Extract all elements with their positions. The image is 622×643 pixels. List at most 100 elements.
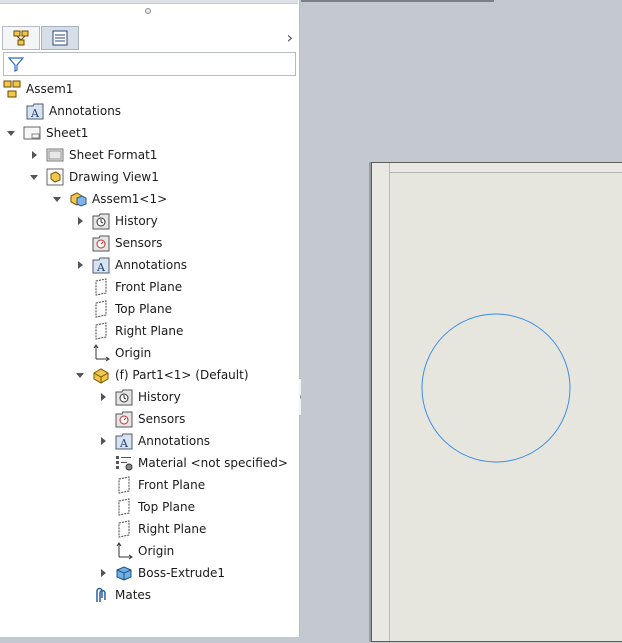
history-icon xyxy=(92,212,110,230)
tree-item-label: History xyxy=(115,214,158,228)
panel-grip-handle[interactable] xyxy=(145,8,151,14)
tree-item-right-plane[interactable]: Right Plane xyxy=(115,518,206,540)
tree-item-label: Origin xyxy=(138,544,175,558)
annotations-icon: A xyxy=(26,102,44,120)
collapse-icon[interactable] xyxy=(51,193,63,205)
tree-item-label: Sheet1 xyxy=(46,126,89,140)
tree-item-label: Front Plane xyxy=(138,478,206,492)
sensors-icon xyxy=(92,234,110,252)
expand-icon[interactable] xyxy=(97,435,109,447)
tree-item-label: Boss-Extrude1 xyxy=(138,566,225,580)
tree-item-label: Sensors xyxy=(138,412,186,426)
plane-icon xyxy=(115,520,133,538)
drawing-view-icon xyxy=(46,168,64,186)
tree-item-label: Material <not specified> xyxy=(138,456,288,470)
tree-item-sheet-format[interactable]: Sheet Format1 xyxy=(28,144,157,166)
drawing-graphics-area[interactable] xyxy=(301,0,622,642)
expand-icon[interactable] xyxy=(28,149,40,161)
tree-item-top-plane[interactable]: Top Plane xyxy=(92,298,172,320)
plane-icon xyxy=(92,278,110,296)
tree-item-label: History xyxy=(138,390,181,404)
svg-text:A: A xyxy=(96,261,106,274)
tree-item-annotations[interactable]: A Annotations xyxy=(97,430,210,452)
tree-item-drawing-view[interactable]: Drawing View1 xyxy=(28,166,159,188)
tree-item-mates[interactable]: Mates xyxy=(92,584,151,606)
drawing-view-graphics xyxy=(421,313,571,463)
tree-item-history[interactable]: History xyxy=(97,386,181,408)
annotations-icon: A xyxy=(92,256,110,274)
tree-item-material[interactable]: Material <not specified> xyxy=(115,452,288,474)
tree-item-sensors[interactable]: Sensors xyxy=(115,408,185,430)
extrude-icon xyxy=(115,564,133,582)
expand-icon[interactable] xyxy=(74,259,86,271)
tree-item-origin[interactable]: Origin xyxy=(115,540,174,562)
tree-item-annotations[interactable]: A Annotations xyxy=(26,100,121,122)
sensors-icon xyxy=(115,410,133,428)
tree-item-label: Top Plane xyxy=(115,302,172,316)
part-icon xyxy=(92,366,110,384)
annotations-icon: A xyxy=(115,432,133,450)
origin-icon xyxy=(92,344,110,362)
drawing-sheet[interactable] xyxy=(371,162,622,642)
panel-tab-bar: › xyxy=(0,24,299,51)
feature-manager-icon xyxy=(13,30,29,46)
tree-filter-input[interactable] xyxy=(3,52,296,76)
tab-feature-manager[interactable] xyxy=(2,26,40,50)
chevron-right-icon[interactable]: › xyxy=(287,28,293,47)
expand-icon[interactable] xyxy=(97,567,109,579)
sheet-icon xyxy=(23,124,41,142)
history-icon xyxy=(115,388,133,406)
tree-item-label: Right Plane xyxy=(138,522,207,536)
tree-item-boss-extrude[interactable]: Boss-Extrude1 xyxy=(97,562,225,584)
assembly-component-icon xyxy=(69,190,87,208)
tab-property-manager[interactable] xyxy=(41,26,79,50)
tree-item-label: Annotations xyxy=(115,258,188,272)
tree-item-label: (f) Part1<1> (Default) xyxy=(115,368,249,382)
tree-item-label: Mates xyxy=(115,588,152,602)
feature-manager-panel: › Assem1 A Annotations Sheet1 Sheet Form… xyxy=(0,0,300,637)
property-list-icon xyxy=(52,30,68,46)
plane-icon xyxy=(92,300,110,318)
plane-icon xyxy=(115,476,133,494)
tree-item-label: Sensors xyxy=(115,236,163,250)
material-icon xyxy=(115,454,133,472)
tree-item-origin[interactable]: Origin xyxy=(92,342,151,364)
circle-sketch xyxy=(421,313,571,463)
plane-icon xyxy=(92,322,110,340)
tree-item-part1[interactable]: (f) Part1<1> (Default) xyxy=(74,364,249,386)
tree-item-label: Drawing View1 xyxy=(69,170,159,184)
tree-item-top-plane[interactable]: Top Plane xyxy=(115,496,195,518)
tree-item-label: Assem1<1> xyxy=(92,192,168,206)
tree-item-sensors[interactable]: Sensors xyxy=(92,232,162,254)
tree-item-label: Front Plane xyxy=(115,280,183,294)
tree-item-front-plane[interactable]: Front Plane xyxy=(115,474,205,496)
origin-icon xyxy=(115,542,133,560)
collapse-icon[interactable] xyxy=(28,171,40,183)
tree-item-label: Top Plane xyxy=(138,500,195,514)
tree-item-right-plane[interactable]: Right Plane xyxy=(92,320,183,342)
expand-icon[interactable] xyxy=(97,391,109,403)
tree-item-label: Sheet Format1 xyxy=(69,148,158,162)
assembly-icon xyxy=(3,80,21,98)
filter-icon xyxy=(7,55,25,76)
tree-item-front-plane[interactable]: Front Plane xyxy=(92,276,182,298)
tree-item-label: Annotations xyxy=(49,104,122,118)
collapse-icon[interactable] xyxy=(74,369,86,381)
sheet-format-icon xyxy=(46,146,64,164)
tree-item-sheet1[interactable]: Sheet1 xyxy=(5,122,88,144)
tree-item-annotations[interactable]: A Annotations xyxy=(74,254,187,276)
tree-item-root[interactable]: Assem1 xyxy=(3,78,73,100)
tree-item-label: Assem1 xyxy=(26,82,74,96)
tree-item-label: Right Plane xyxy=(115,324,184,338)
panel-top-border xyxy=(0,0,298,4)
plane-icon xyxy=(115,498,133,516)
svg-text:A: A xyxy=(30,107,40,120)
expand-icon[interactable] xyxy=(74,215,86,227)
tree-item-label: Annotations xyxy=(138,434,211,448)
top-edge-strip xyxy=(301,0,494,2)
svg-text:A: A xyxy=(119,437,129,450)
tree-item-history[interactable]: History xyxy=(74,210,158,232)
tree-item-label: Origin xyxy=(115,346,152,360)
collapse-icon[interactable] xyxy=(5,127,17,139)
tree-item-assem1-instance[interactable]: Assem1<1> xyxy=(51,188,167,210)
